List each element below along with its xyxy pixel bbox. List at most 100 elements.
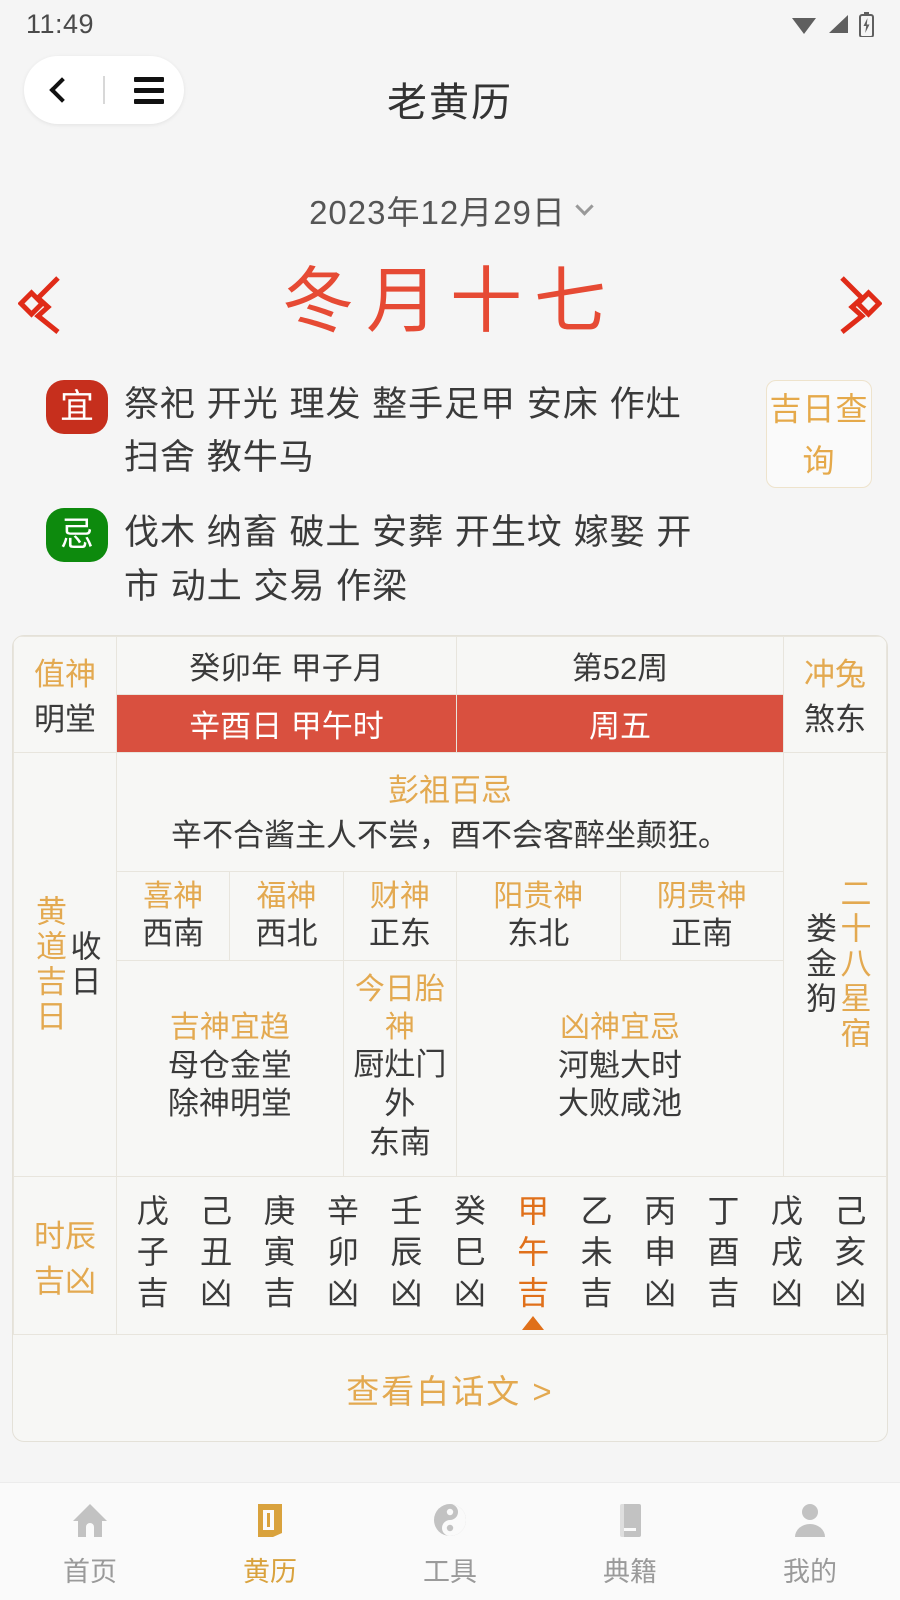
shichen-item[interactable]: 辛卯凶 [311, 1183, 374, 1316]
god-value: 东北 [507, 916, 570, 952]
shichen-luck: 吉 [707, 1275, 740, 1312]
shichen-item[interactable]: 庚寅吉 [248, 1183, 311, 1316]
shichen-zhi: 申 [644, 1234, 677, 1271]
weekday-cell: 周五 [456, 693, 784, 753]
nav-item-home[interactable]: 首页 [0, 1494, 180, 1589]
lucky-day-query-button[interactable]: 吉日查询 [766, 380, 872, 488]
god-cell: 财神 正东 [342, 870, 458, 962]
nav-item-yinyang[interactable]: 工具 [360, 1494, 540, 1589]
shichen-zhi: 卯 [326, 1234, 359, 1271]
shichen-zhi: 丑 [200, 1234, 233, 1271]
block-line2: 大败咸池 [558, 1086, 682, 1122]
god-title: 阳贵神 [493, 879, 584, 913]
nav-item-book[interactable]: 典籍 [540, 1494, 720, 1589]
god-title: 财神 [369, 879, 430, 913]
zhishen-title: 值神 [34, 657, 96, 693]
block-title: 吉神宜趋 [169, 1011, 290, 1045]
shichen-luck: 凶 [453, 1275, 486, 1312]
ganzhi-year-month-cell: 癸卯年 甲子月 [116, 635, 457, 695]
shichen-luck: 凶 [644, 1275, 677, 1312]
shichen-item[interactable]: 戊子吉 [121, 1183, 184, 1316]
shichen-zhi: 未 [580, 1234, 613, 1271]
god-title: 喜神 [143, 879, 204, 913]
god-title: 阴贵神 [656, 879, 747, 913]
shichen-gan: 丙 [644, 1193, 677, 1230]
shichen-zhi: 酉 [707, 1234, 740, 1271]
chongsha-cell: 冲兔 煞东 [783, 635, 887, 753]
app-screen: 11:49 老黄历 2023年12月29日 冬月十七 宜 祭祀 开光 理发 整手… [0, 0, 900, 1600]
shichen-luck: 吉 [263, 1275, 296, 1312]
shichen-label-line1: 时辰 [34, 1218, 96, 1254]
almanac-table-card: 值神 明堂 癸卯年 甲子月 第52周 冲兔 煞东 辛酉日 甲午时 周五 黄道吉日 [12, 634, 888, 1443]
table-row: 黄道吉日 收日 彭祖百忌 辛不合酱主人不尝，酉不会客醉坐颠狂。 娄金狗 二十八星… [13, 751, 887, 1178]
nav-item-almanac[interactable]: 黄历 [180, 1494, 360, 1589]
gregorian-date-label: 2023年12月29日 [309, 194, 566, 231]
pengzu-title: 彭祖百忌 [388, 772, 512, 808]
table-row: 值神 明堂 癸卯年 甲子月 第52周 冲兔 煞东 [13, 635, 887, 753]
table-row: 辛酉日 甲午时 周五 [14, 693, 887, 753]
ornament-right-icon [840, 276, 882, 334]
sha-value: 煞东 [804, 702, 866, 738]
god-value: 正东 [368, 916, 431, 952]
status-time: 11:49 [26, 8, 95, 39]
almanac-icon [180, 1494, 360, 1546]
chevron-down-icon [575, 196, 594, 216]
nav-item-person[interactable]: 我的 [720, 1494, 900, 1589]
shichen-label-line2: 吉凶 [34, 1263, 96, 1299]
block-line2: 东南 [368, 1124, 431, 1160]
shichen-gan: 壬 [390, 1193, 423, 1230]
shichen-item[interactable]: 己丑凶 [184, 1183, 247, 1316]
current-hour-marker-icon [522, 1316, 545, 1331]
person-icon [720, 1494, 900, 1546]
xingxiu-title: 二十八星宿 [835, 877, 871, 1052]
shichen-item[interactable]: 丁酉吉 [692, 1183, 755, 1316]
shichen-item[interactable]: 戊戌凶 [755, 1183, 818, 1316]
page-title: 老黄历 [387, 81, 513, 125]
shichen-zhi: 寅 [263, 1234, 296, 1271]
shichen-zhi: 子 [136, 1234, 169, 1271]
shichen-luck: 吉 [580, 1275, 613, 1312]
shichen-gan: 己 [834, 1193, 867, 1230]
shichen-item[interactable]: 己亥凶 [819, 1183, 882, 1316]
shichen-item[interactable]: 癸巳凶 [438, 1183, 501, 1316]
shichen-item[interactable]: 甲午吉 [502, 1183, 565, 1331]
gregorian-date-selector[interactable]: 2023年12月29日 [309, 186, 594, 234]
shichen-gan: 丁 [707, 1193, 740, 1230]
yi-row: 宜 祭祀 开光 理发 整手足甲 安床 作灶 扫舍 教牛马 [46, 378, 872, 484]
block-title: 凶神宜忌 [560, 1011, 680, 1045]
block-line2: 除神明堂 [167, 1086, 292, 1122]
lunar-date: 冬月十七 [281, 262, 618, 342]
book-icon [540, 1494, 720, 1546]
baihua-row: 查看白话文 > [14, 1335, 887, 1441]
shichen-zhi: 亥 [834, 1234, 867, 1271]
view-vernacular-link[interactable]: 查看白话文 > [14, 1335, 887, 1441]
god-value: 正南 [670, 916, 733, 952]
shichen-luck: 凶 [834, 1275, 867, 1312]
god-cell: 福神 西北 [229, 870, 344, 962]
shichen-zhi: 巳 [453, 1234, 486, 1271]
date-section: 2023年12月29日 冬月十七 [0, 186, 900, 352]
shichen-item[interactable]: 壬辰凶 [375, 1183, 438, 1316]
status-bar: 11:49 [0, 0, 900, 48]
ji-row: 忌 伐木 纳畜 破土 安葬 开生坟 嫁娶 开市 动土 交易 作梁 [46, 506, 872, 612]
shichen-list-cell: 戊子吉己丑凶庚寅吉辛卯凶壬辰凶癸巳凶甲午吉乙未吉丙申凶丁酉吉戊戌凶己亥凶 [116, 1176, 887, 1336]
yinyang-icon [360, 1494, 540, 1546]
shichen-item[interactable]: 丙申凶 [628, 1183, 691, 1316]
shichen-zhi: 辰 [390, 1234, 423, 1271]
god-cell: 喜神 西南 [115, 870, 231, 962]
shichen-item[interactable]: 乙未吉 [565, 1183, 628, 1316]
god-cell: 阴贵神 正南 [619, 870, 784, 962]
shichen-luck: 凶 [770, 1275, 803, 1312]
bottom-navigation-bar: 首页 黄历 工具 典籍 我的 [0, 1482, 900, 1600]
ornament-left-icon [18, 276, 60, 334]
block-cell: 吉神宜趋 母仓金堂 除神明堂 [116, 959, 344, 1178]
chong-title: 冲兔 [804, 657, 866, 693]
shichen-zhi: 戌 [770, 1234, 803, 1271]
battery-charging-icon [859, 11, 874, 37]
blocks-row: 吉神宜趋 母仓金堂 除神明堂 今日胎神 厨灶门 外 东南 凶神宜忌 河魁大时 大… [14, 959, 887, 1178]
wifi-icon [792, 18, 816, 34]
app-bar: 老黄历 [0, 48, 900, 144]
shichen-luck: 吉 [136, 1275, 169, 1312]
baihua-cell: 查看白话文 > [14, 1335, 887, 1441]
shichen-gan: 戊 [770, 1193, 803, 1230]
